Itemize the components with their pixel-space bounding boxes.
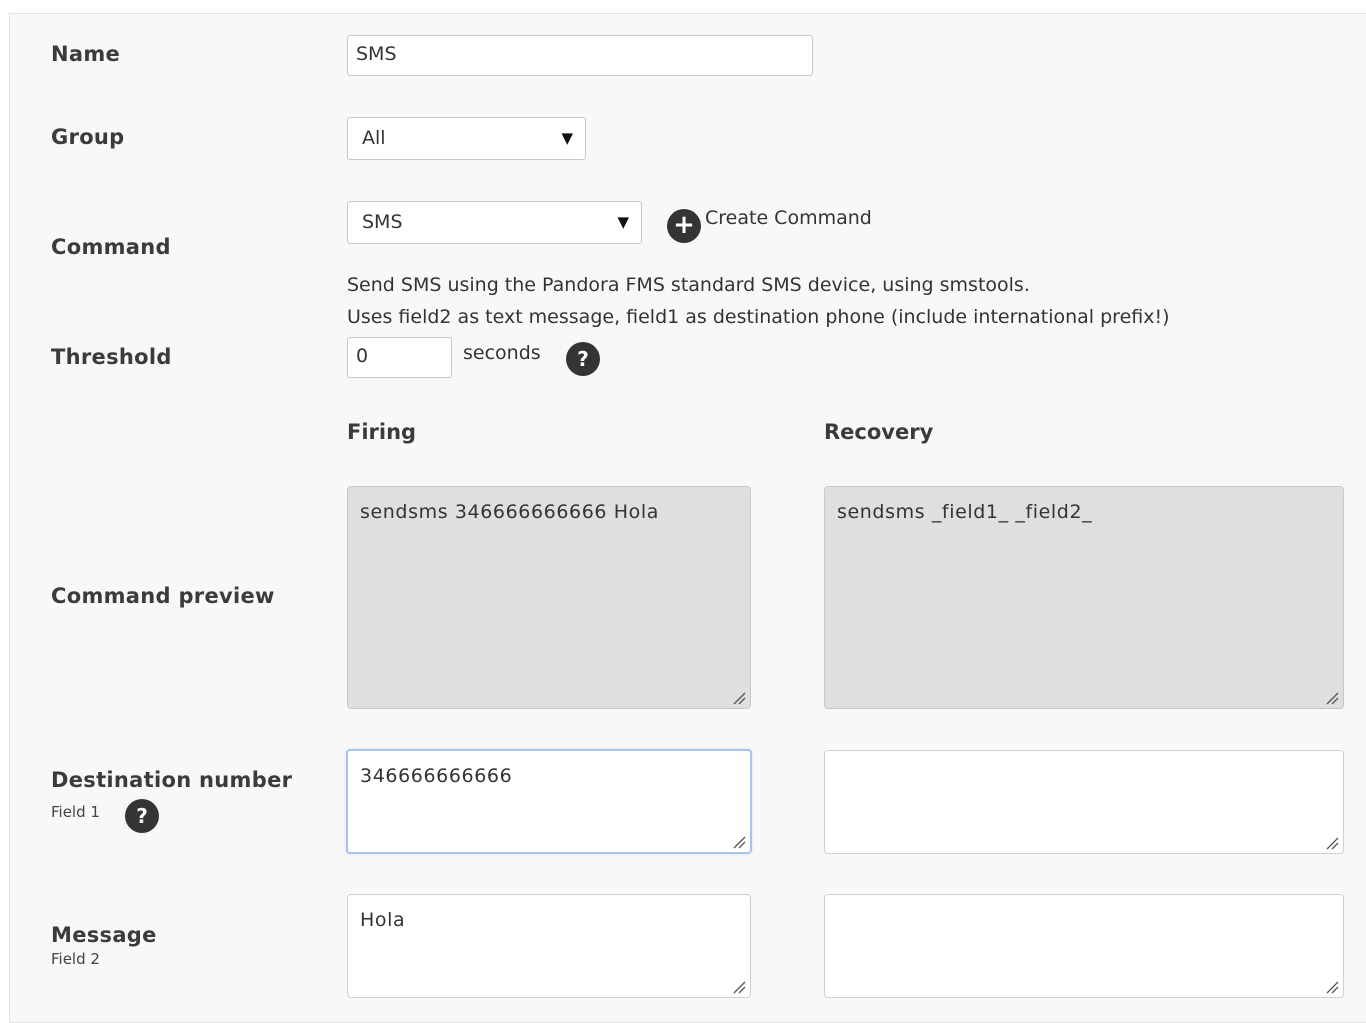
resize-grip-icon[interactable] xyxy=(732,835,746,849)
recovery-column-header: Recovery xyxy=(824,420,934,444)
help-icon[interactable]: ? xyxy=(125,799,159,833)
command-preview-label: Command preview xyxy=(51,584,275,608)
field2-firing-value: Hola xyxy=(360,909,406,931)
recovery-preview-text: sendsms _field1_ _field2_ xyxy=(837,501,1093,523)
field2-recovery-textarea[interactable] xyxy=(824,894,1344,998)
threshold-label: Threshold xyxy=(51,345,172,369)
threshold-input[interactable]: 0 xyxy=(347,337,452,378)
field1-firing-textarea[interactable]: 346666666666 xyxy=(346,749,752,854)
caret-down-icon: ▼ xyxy=(617,213,629,231)
command-select[interactable]: SMS ▼ xyxy=(347,201,642,244)
firing-column-header: Firing xyxy=(347,420,417,444)
recovery-preview-textarea: sendsms _field1_ _field2_ xyxy=(824,486,1344,709)
group-select-value: All xyxy=(362,127,386,149)
field2-sublabel: Field 2 xyxy=(51,950,100,968)
group-label: Group xyxy=(51,125,125,149)
help-icon[interactable]: ? xyxy=(566,342,600,376)
caret-down-icon: ▼ xyxy=(561,129,573,147)
name-label: Name xyxy=(51,42,121,66)
destination-number-label: Destination number xyxy=(51,768,293,792)
message-label: Message xyxy=(51,923,157,947)
field1-firing-value: 346666666666 xyxy=(360,765,513,787)
create-command-link[interactable]: + Create Command xyxy=(667,207,897,243)
command-description-line2: Uses field2 as text message, field1 as d… xyxy=(347,306,1170,328)
resize-grip-icon[interactable] xyxy=(732,691,746,705)
resize-grip-icon[interactable] xyxy=(1325,836,1339,850)
group-select[interactable]: All ▼ xyxy=(347,117,586,160)
plus-circle-icon: + xyxy=(667,209,701,243)
command-label: Command xyxy=(51,235,171,259)
resize-grip-icon[interactable] xyxy=(732,980,746,994)
create-command-label: Create Command xyxy=(705,207,872,229)
resize-grip-icon[interactable] xyxy=(1325,691,1339,705)
field1-recovery-textarea[interactable] xyxy=(824,750,1344,854)
field2-firing-textarea[interactable]: Hola xyxy=(347,894,751,998)
field1-sublabel: Field 1 xyxy=(51,803,100,821)
name-input[interactable]: SMS xyxy=(347,35,813,76)
threshold-unit: seconds xyxy=(463,342,541,364)
resize-grip-icon[interactable] xyxy=(1325,980,1339,994)
firing-preview-textarea: sendsms 346666666666 Hola xyxy=(347,486,751,709)
command-select-value: SMS xyxy=(362,211,403,233)
firing-preview-text: sendsms 346666666666 Hola xyxy=(360,501,659,523)
command-description-line1: Send SMS using the Pandora FMS standard … xyxy=(347,274,1030,296)
